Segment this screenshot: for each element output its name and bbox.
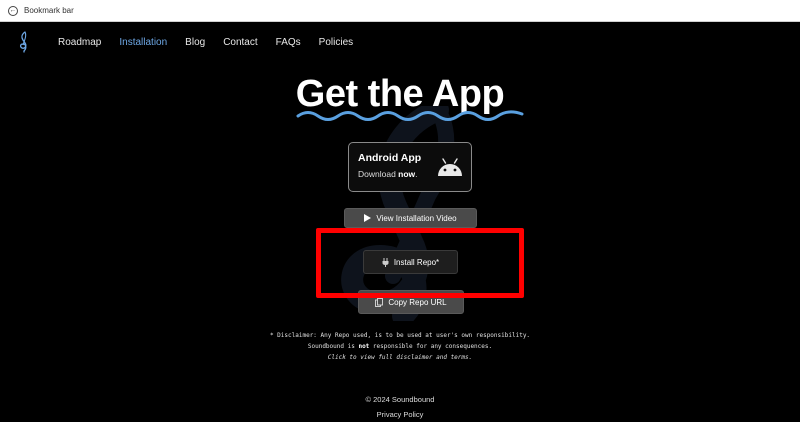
- view-installation-video-button[interactable]: View Installation Video: [344, 208, 477, 228]
- android-icon: [438, 158, 462, 176]
- nav-item-faqs[interactable]: FAQs: [276, 37, 301, 48]
- view-installation-video-label: View Installation Video: [376, 213, 457, 223]
- disclaimer-line-2: Soundbound is not responsible for any co…: [307, 343, 493, 350]
- copy-icon: [375, 297, 384, 307]
- copy-repo-url-label: Copy Repo URL: [388, 297, 447, 307]
- plug-icon: [382, 257, 389, 267]
- disclaimer: * Disclaimer: Any Repo used, is to be us…: [0, 330, 800, 363]
- navbar: Roadmap Installation Blog Contact FAQs P…: [0, 22, 800, 62]
- nav-item-contact[interactable]: Contact: [223, 37, 257, 48]
- nav-links: Roadmap Installation Blog Contact FAQs P…: [58, 37, 353, 48]
- arrow-left-icon[interactable]: ←: [8, 5, 18, 16]
- view-full-disclaimer-link[interactable]: Click to view full disclaimer and terms.: [0, 352, 800, 363]
- nav-item-policies[interactable]: Policies: [319, 37, 353, 48]
- nav-item-blog[interactable]: Blog: [185, 37, 205, 48]
- bookmark-bar-label: Bookmark bar: [24, 6, 74, 15]
- wave-underline-icon: [296, 110, 524, 121]
- treble-clef-logo-icon[interactable]: [18, 31, 32, 53]
- nav-item-installation[interactable]: Installation: [119, 37, 167, 48]
- install-repo-button[interactable]: Install Repo*: [363, 250, 458, 274]
- hero: Get the App: [0, 72, 800, 142]
- disclaimer-line-1: * Disclaimer: Any Repo used, is to be us…: [269, 332, 531, 339]
- android-app-download-card[interactable]: Android App Download now.: [348, 142, 472, 192]
- nav-item-roadmap[interactable]: Roadmap: [58, 37, 101, 48]
- privacy-policy-link[interactable]: Privacy Policy: [0, 410, 800, 419]
- play-icon: [364, 214, 372, 222]
- install-repo-label: Install Repo*: [393, 257, 440, 267]
- footer-copyright: © 2024 Soundbound: [365, 395, 435, 404]
- copy-repo-url-button[interactable]: Copy Repo URL: [358, 290, 464, 314]
- bookmark-bar: ← Bookmark bar: [0, 0, 800, 22]
